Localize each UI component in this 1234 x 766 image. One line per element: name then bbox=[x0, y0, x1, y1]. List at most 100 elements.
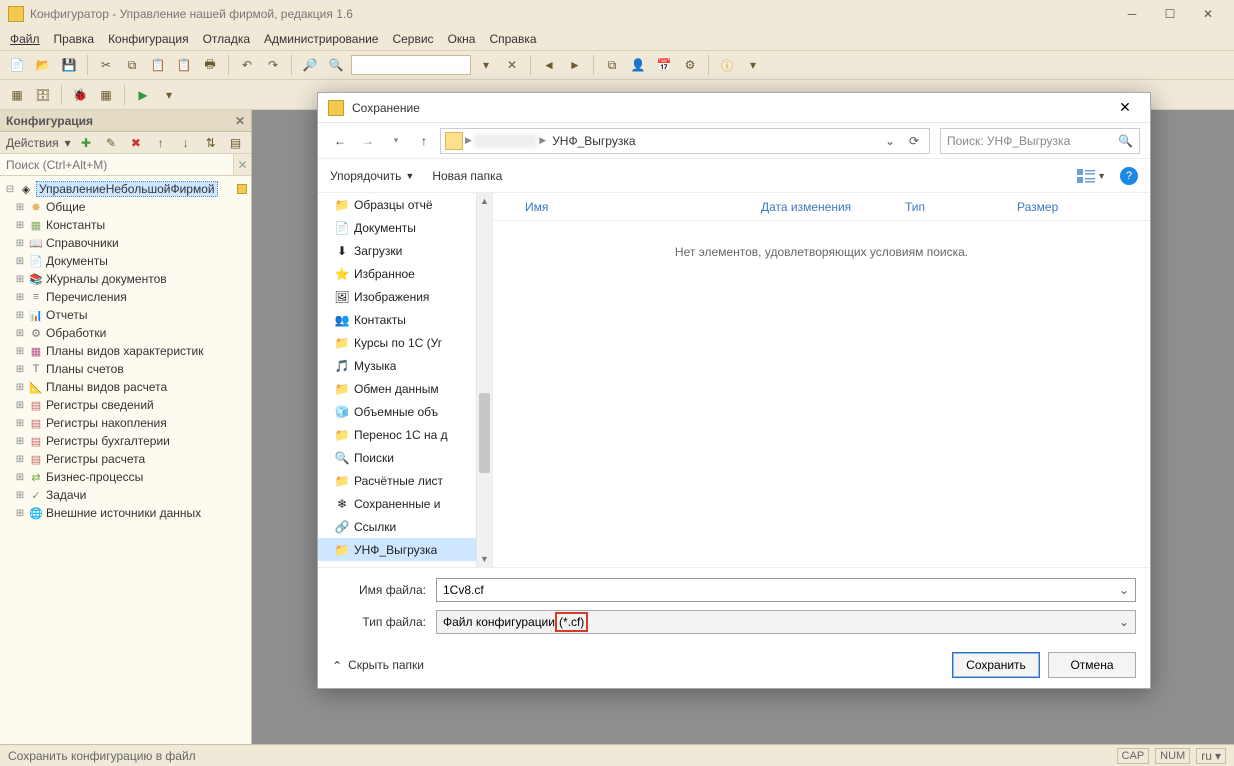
run-icon[interactable]: ▶ bbox=[132, 84, 154, 106]
tree-item[interactable]: ⊞⚙Обработки bbox=[0, 324, 251, 342]
nav-forward-icon[interactable]: → bbox=[356, 129, 380, 153]
sidebar-item[interactable]: ❄Сохраненные и bbox=[318, 492, 492, 515]
tree-item[interactable]: ⊞⇄Бизнес-процессы bbox=[0, 468, 251, 486]
expand-icon[interactable]: ⊞ bbox=[14, 454, 26, 465]
sidebar-item[interactable]: ⬇Загрузки bbox=[318, 239, 492, 262]
menu-admin[interactable]: Администрирование bbox=[264, 32, 378, 46]
menu-debug[interactable]: Отладка bbox=[203, 32, 250, 46]
menu-help[interactable]: Справка bbox=[489, 32, 536, 46]
sidebar-item[interactable]: ⭐Избранное bbox=[318, 262, 492, 285]
breadcrumb-blurred[interactable] bbox=[474, 134, 537, 148]
column-size[interactable]: Размер bbox=[1009, 200, 1089, 214]
tree-item[interactable]: ⊞🌐Внешние источники данных bbox=[0, 504, 251, 522]
pane-search-clear-icon[interactable]: ✕ bbox=[233, 154, 251, 175]
arrow-left-icon[interactable]: ◄ bbox=[538, 54, 560, 76]
minimize-button[interactable]: ─ bbox=[1114, 3, 1150, 25]
tree-item[interactable]: ⊞✵Общие bbox=[0, 198, 251, 216]
copy-special-icon[interactable]: ⧉ bbox=[601, 54, 623, 76]
up-icon[interactable]: ↑ bbox=[151, 132, 170, 154]
tree-item[interactable]: ⊞📚Журналы документов bbox=[0, 270, 251, 288]
sidebar-item[interactable]: 📁Расчётные лист bbox=[318, 469, 492, 492]
sidebar-item[interactable]: 🔗Ссылки bbox=[318, 515, 492, 538]
edit-icon[interactable]: ✎ bbox=[102, 132, 121, 154]
toolbar-search-input[interactable] bbox=[351, 55, 471, 75]
expand-icon[interactable]: ⊞ bbox=[14, 292, 26, 303]
dropdown-icon[interactable]: ▾ bbox=[475, 54, 497, 76]
tree-item[interactable]: ⊞TПланы счетов bbox=[0, 360, 251, 378]
expand-icon[interactable]: ⊞ bbox=[14, 256, 26, 267]
sidebar-item[interactable]: 🎵Музыка bbox=[318, 354, 492, 377]
sidebar-item[interactable]: 🖼Изображения bbox=[318, 285, 492, 308]
sidebar-item[interactable]: 🧊Объемные объ bbox=[318, 400, 492, 423]
filename-dropdown-icon[interactable]: ⌄ bbox=[1115, 581, 1133, 599]
sort-icon[interactable]: ⇅ bbox=[201, 132, 220, 154]
expand-icon[interactable]: ⊞ bbox=[14, 364, 26, 375]
run-drop-icon[interactable]: ▾ bbox=[158, 84, 180, 106]
expand-icon[interactable]: ⊞ bbox=[14, 400, 26, 411]
nav-back-icon[interactable]: ← bbox=[328, 129, 352, 153]
chevron-right-icon[interactable]: ▶ bbox=[465, 135, 472, 146]
address-bar[interactable]: ▶ ▶ УНФ_Выгрузка ⌄ ⟳ bbox=[440, 128, 930, 154]
column-type[interactable]: Тип bbox=[897, 200, 1009, 214]
tree-item[interactable]: ⊞▤Регистры сведений bbox=[0, 396, 251, 414]
close-button[interactable]: ✕ bbox=[1190, 3, 1226, 25]
scroll-thumb[interactable] bbox=[479, 393, 490, 473]
tree-item[interactable]: ⊞▦Константы bbox=[0, 216, 251, 234]
sidebar-item[interactable]: 📁Курсы по 1С (Уг bbox=[318, 331, 492, 354]
props-icon[interactable]: ▤ bbox=[226, 132, 245, 154]
expand-icon[interactable]: ⊞ bbox=[14, 346, 26, 357]
tree-item[interactable]: ⊞📄Документы bbox=[0, 252, 251, 270]
menu-file[interactable]: Файл bbox=[10, 32, 40, 46]
sidebar-item[interactable]: 📁Образцы отчё bbox=[318, 193, 492, 216]
undo-icon[interactable]: ↶ bbox=[236, 54, 258, 76]
hide-folders-toggle[interactable]: ⌄ Скрыть папки bbox=[332, 658, 424, 672]
tree-item[interactable]: ⊞📊Отчеты bbox=[0, 306, 251, 324]
sidebar-item[interactable]: 👥Контакты bbox=[318, 308, 492, 331]
tree-item[interactable]: ⊞▤Регистры бухгалтерии bbox=[0, 432, 251, 450]
help-drop-icon[interactable]: ▾ bbox=[742, 54, 764, 76]
expand-icon[interactable]: ⊞ bbox=[14, 490, 26, 501]
expand-icon[interactable]: ⊞ bbox=[14, 202, 26, 213]
expand-icon[interactable]: ⊞ bbox=[14, 310, 26, 321]
collapse-icon[interactable]: ⊟ bbox=[4, 184, 16, 195]
sidebar-item[interactable]: 📁Обмен данным bbox=[318, 377, 492, 400]
expand-icon[interactable]: ⊞ bbox=[14, 220, 26, 231]
clear-icon[interactable]: ✕ bbox=[501, 54, 523, 76]
add-icon[interactable]: ✚ bbox=[77, 132, 96, 154]
actions-drop-icon[interactable]: ▾ bbox=[65, 136, 71, 150]
nav-up-icon[interactable]: ↑ bbox=[412, 129, 436, 153]
delete-icon[interactable]: ✖ bbox=[126, 132, 145, 154]
column-name[interactable]: Имя bbox=[517, 200, 753, 214]
arrow-right-icon[interactable]: ► bbox=[564, 54, 586, 76]
expand-icon[interactable]: ⊞ bbox=[14, 508, 26, 519]
settings-icon[interactable]: ⚙ bbox=[679, 54, 701, 76]
db-icon[interactable]: 🗄 bbox=[32, 84, 54, 106]
status-lang[interactable]: ru ▾ bbox=[1196, 748, 1226, 764]
tree-item[interactable]: ⊞▤Регистры расчета bbox=[0, 450, 251, 468]
find2-icon[interactable]: 🔍 bbox=[325, 54, 347, 76]
cancel-button[interactable]: Отмена bbox=[1048, 652, 1136, 678]
tree-item[interactable]: ⊞▦Планы видов характеристик bbox=[0, 342, 251, 360]
actions-menu[interactable]: Действия bbox=[6, 136, 59, 150]
menu-windows[interactable]: Окна bbox=[448, 32, 476, 46]
tree-item[interactable]: ⊞▤Регистры накопления bbox=[0, 414, 251, 432]
filetype-select[interactable]: Файл конфигурации (*.cf) ⌄ bbox=[436, 610, 1136, 634]
dialog-close-button[interactable]: ✕ bbox=[1110, 96, 1140, 120]
refresh-icon[interactable]: ⟳ bbox=[903, 130, 925, 152]
sidebar-scrollbar[interactable]: ▲ ▼ bbox=[476, 193, 492, 567]
sidebar-item[interactable]: 📁УНФ_Выгрузка bbox=[318, 538, 492, 561]
column-date[interactable]: Дата изменения bbox=[753, 200, 897, 214]
expand-icon[interactable]: ⊞ bbox=[14, 274, 26, 285]
view-mode-button[interactable]: ▼ bbox=[1077, 169, 1106, 183]
expand-icon[interactable]: ⊞ bbox=[14, 418, 26, 429]
expand-icon[interactable]: ⊞ bbox=[14, 436, 26, 447]
pane-search-input[interactable] bbox=[0, 154, 233, 175]
chevron-right-icon[interactable]: ▶ bbox=[539, 135, 546, 146]
dialog-search[interactable]: Поиск: УНФ_Выгрузка 🔍 bbox=[940, 128, 1140, 154]
down-icon[interactable]: ↓ bbox=[176, 132, 195, 154]
print-icon[interactable]: 🖶 bbox=[199, 54, 221, 76]
tree-item[interactable]: ⊞📐Планы видов расчета bbox=[0, 378, 251, 396]
expand-icon[interactable]: ⊞ bbox=[14, 382, 26, 393]
open-icon[interactable]: 📂 bbox=[32, 54, 54, 76]
save-icon[interactable]: 💾 bbox=[58, 54, 80, 76]
